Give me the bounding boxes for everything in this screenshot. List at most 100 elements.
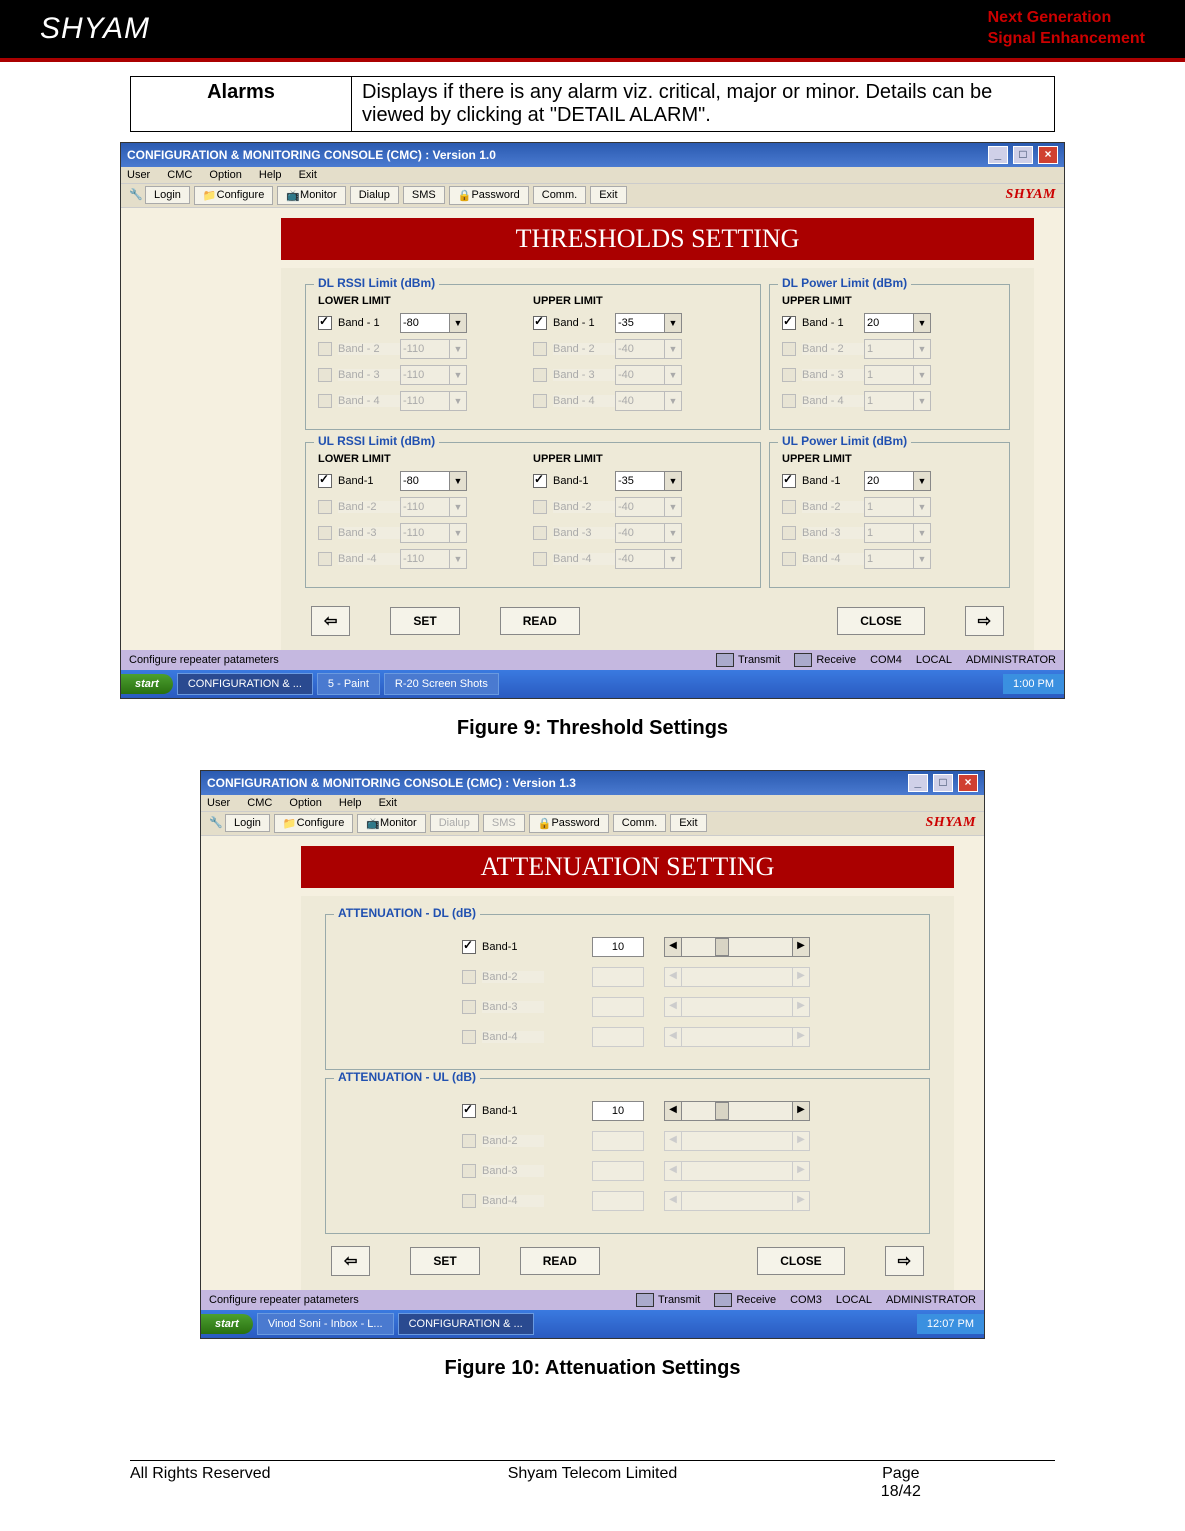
- menu-help[interactable]: Help: [339, 797, 362, 809]
- value-input[interactable]: -35: [615, 471, 665, 491]
- value-input[interactable]: -110: [400, 365, 450, 385]
- dropdown-button[interactable]: ▼: [665, 549, 682, 569]
- value-input[interactable]: [592, 1027, 644, 1047]
- taskbar-item[interactable]: 5 - Paint: [317, 673, 380, 695]
- taskbar-item[interactable]: CONFIGURATION & ...: [177, 673, 313, 695]
- attenuation-slider[interactable]: ◀ ▶: [664, 1027, 810, 1047]
- monitor-button[interactable]: 📺Monitor: [357, 814, 425, 833]
- forward-button[interactable]: ⇨: [885, 1246, 924, 1276]
- value-input[interactable]: [592, 1131, 644, 1151]
- slider-right-button[interactable]: ▶: [792, 967, 810, 987]
- comm-button[interactable]: Comm.: [533, 186, 586, 204]
- band-checkbox[interactable]: [462, 970, 476, 984]
- dropdown-button[interactable]: ▼: [914, 339, 931, 359]
- slider-right-button[interactable]: ▶: [792, 1101, 810, 1121]
- value-input[interactable]: [592, 1191, 644, 1211]
- slider-left-button[interactable]: ◀: [664, 1101, 682, 1121]
- value-input[interactable]: 20: [864, 313, 914, 333]
- band-checkbox[interactable]: [462, 940, 476, 954]
- slider-left-button[interactable]: ◀: [664, 1131, 682, 1151]
- taskbar-item[interactable]: R-20 Screen Shots: [384, 673, 499, 695]
- menu-user[interactable]: User: [207, 797, 230, 809]
- attenuation-slider[interactable]: ◀ ▶: [664, 1131, 810, 1151]
- band-checkbox[interactable]: [533, 394, 547, 408]
- slider-right-button[interactable]: ▶: [792, 1161, 810, 1181]
- start-button[interactable]: start: [201, 1314, 253, 1334]
- dropdown-button[interactable]: ▼: [450, 471, 467, 491]
- value-input[interactable]: 20: [864, 471, 914, 491]
- dropdown-button[interactable]: ▼: [450, 549, 467, 569]
- band-checkbox[interactable]: [462, 1134, 476, 1148]
- menu-user[interactable]: User: [127, 169, 150, 181]
- band-checkbox[interactable]: [533, 526, 547, 540]
- read-button[interactable]: READ: [500, 607, 580, 635]
- menu-cmc[interactable]: CMC: [167, 169, 192, 181]
- sms-button[interactable]: SMS: [403, 186, 445, 204]
- slider-left-button[interactable]: ◀: [664, 997, 682, 1017]
- close-button[interactable]: CLOSE: [837, 607, 924, 635]
- menu-option[interactable]: Option: [289, 797, 321, 809]
- value-input[interactable]: -80: [400, 471, 450, 491]
- dropdown-button[interactable]: ▼: [450, 339, 467, 359]
- attenuation-slider[interactable]: ◀ ▶: [664, 1161, 810, 1181]
- minimize-button[interactable]: _: [988, 146, 1008, 164]
- band-checkbox[interactable]: [533, 342, 547, 356]
- slider-left-button[interactable]: ◀: [664, 1027, 682, 1047]
- value-input[interactable]: -40: [615, 339, 665, 359]
- band-checkbox[interactable]: [533, 368, 547, 382]
- maximize-button[interactable]: □: [933, 774, 953, 792]
- minimize-button[interactable]: _: [908, 774, 928, 792]
- band-checkbox[interactable]: [462, 1000, 476, 1014]
- dropdown-button[interactable]: ▼: [914, 523, 931, 543]
- band-checkbox[interactable]: [782, 552, 796, 566]
- value-input[interactable]: -40: [615, 391, 665, 411]
- band-checkbox[interactable]: [318, 394, 332, 408]
- dropdown-button[interactable]: ▼: [450, 497, 467, 517]
- attenuation-slider[interactable]: ◀ ▶: [664, 997, 810, 1017]
- band-checkbox[interactable]: [318, 316, 332, 330]
- band-checkbox[interactable]: [782, 342, 796, 356]
- value-input[interactable]: [592, 997, 644, 1017]
- attenuation-slider[interactable]: ◀ ▶: [664, 1101, 810, 1121]
- band-checkbox[interactable]: [782, 368, 796, 382]
- menu-option[interactable]: Option: [209, 169, 241, 181]
- band-checkbox[interactable]: [533, 552, 547, 566]
- band-checkbox[interactable]: [782, 394, 796, 408]
- value-input[interactable]: -40: [615, 365, 665, 385]
- value-input[interactable]: -110: [400, 391, 450, 411]
- slider-right-button[interactable]: ▶: [792, 1191, 810, 1211]
- value-input[interactable]: 1: [864, 391, 914, 411]
- band-checkbox[interactable]: [462, 1104, 476, 1118]
- exit-button[interactable]: Exit: [590, 186, 626, 204]
- band-checkbox[interactable]: [318, 526, 332, 540]
- menu-exit[interactable]: Exit: [299, 169, 317, 181]
- slider-left-button[interactable]: ◀: [664, 967, 682, 987]
- band-checkbox[interactable]: [533, 316, 547, 330]
- taskbar-item[interactable]: CONFIGURATION & ...: [398, 1313, 534, 1335]
- value-input[interactable]: 1: [864, 365, 914, 385]
- value-input[interactable]: 1: [864, 523, 914, 543]
- dropdown-button[interactable]: ▼: [665, 339, 682, 359]
- menu-help[interactable]: Help: [259, 169, 282, 181]
- dropdown-button[interactable]: ▼: [665, 523, 682, 543]
- set-button[interactable]: SET: [390, 607, 459, 635]
- value-input[interactable]: [592, 967, 644, 987]
- dialup-button[interactable]: Dialup: [350, 186, 399, 204]
- maximize-button[interactable]: □: [1013, 146, 1033, 164]
- slider-left-button[interactable]: ◀: [664, 1191, 682, 1211]
- band-checkbox[interactable]: [318, 368, 332, 382]
- dropdown-button[interactable]: ▼: [450, 313, 467, 333]
- back-button[interactable]: ⇦: [311, 606, 350, 636]
- configure-button[interactable]: 📁Configure: [194, 186, 273, 205]
- band-checkbox[interactable]: [533, 474, 547, 488]
- comm-button[interactable]: Comm.: [613, 814, 666, 832]
- close-button[interactable]: CLOSE: [757, 1247, 844, 1275]
- value-input[interactable]: -110: [400, 339, 450, 359]
- dropdown-button[interactable]: ▼: [914, 313, 931, 333]
- dropdown-button[interactable]: ▼: [665, 365, 682, 385]
- start-button[interactable]: start: [121, 674, 173, 694]
- password-button[interactable]: 🔒Password: [529, 814, 609, 833]
- menu-exit[interactable]: Exit: [379, 797, 397, 809]
- value-input[interactable]: -110: [400, 497, 450, 517]
- dropdown-button[interactable]: ▼: [665, 313, 682, 333]
